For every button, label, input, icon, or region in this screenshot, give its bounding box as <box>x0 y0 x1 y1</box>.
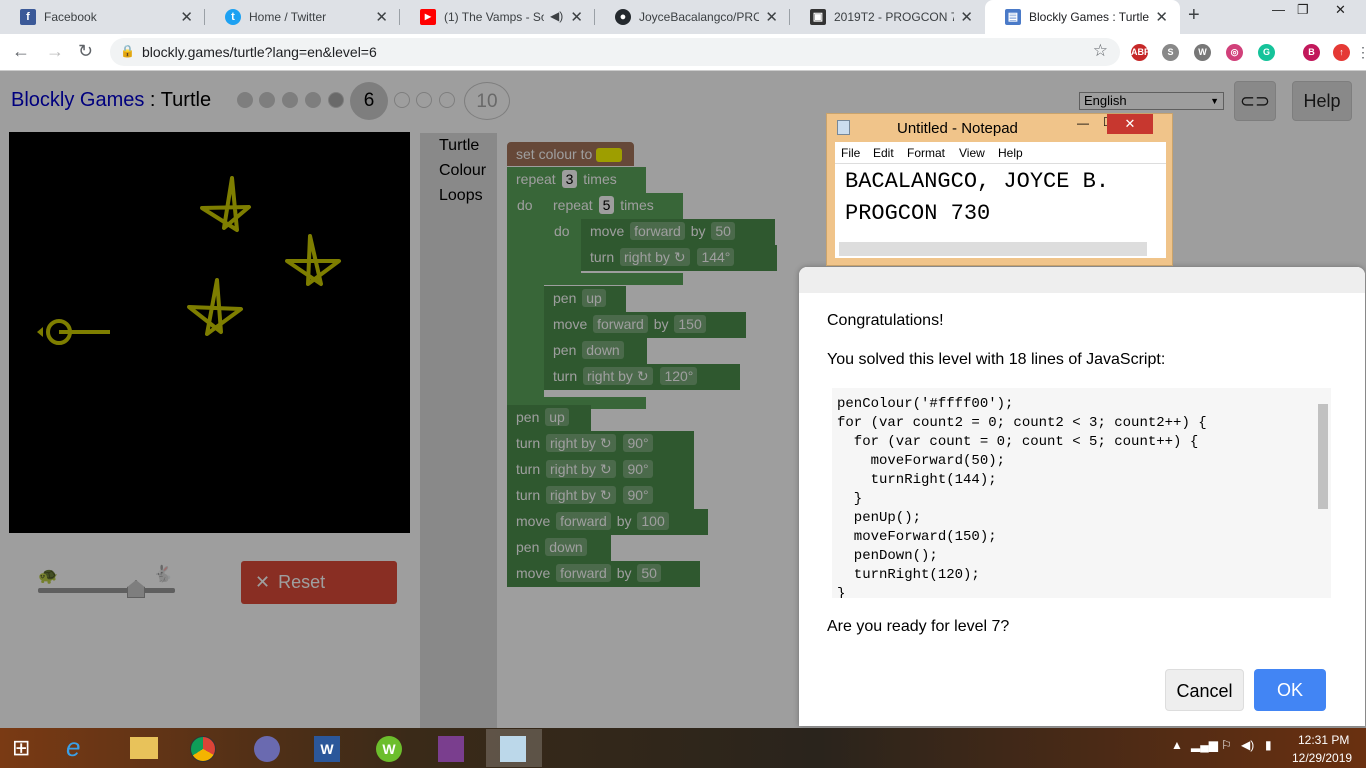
code-line: penColour('#ffff00'); <box>837 396 1014 412</box>
close-tab-icon[interactable]: ✕ <box>960 8 973 26</box>
text-line: PROGCON 730 <box>845 201 991 226</box>
tab-title: JoyceBacalangco/PROGC <box>639 10 759 24</box>
code-line: moveForward(50); <box>837 453 1006 469</box>
close-tab-icon[interactable]: ✕ <box>570 8 583 26</box>
word-icon[interactable]: W <box>300 729 356 767</box>
windows-start-icon[interactable]: ⊞ <box>12 735 30 761</box>
code-line: for (var count2 = 0; count2 < 3; count2+… <box>837 415 1207 431</box>
code-line: turnRight(120); <box>837 567 980 583</box>
signal-icon[interactable]: ▂▄▆ <box>1191 738 1218 752</box>
code-line: turnRight(144); <box>837 472 997 488</box>
tab-trello[interactable]: ▣ 2019T2 - PROGCON 730 ✕ <box>790 0 985 34</box>
github-icon: ● <box>615 9 631 25</box>
winrar-icon[interactable] <box>424 729 480 767</box>
menu-edit[interactable]: Edit <box>873 146 894 160</box>
tab-twitter[interactable]: t Home / Twitter ✕ <box>205 0 400 34</box>
close-tab-icon[interactable]: ✕ <box>1155 8 1168 26</box>
twitter-icon: t <box>225 9 241 25</box>
notepad-icon <box>837 120 850 135</box>
extension-w-icon[interactable]: W <box>1194 44 1211 61</box>
code-line: for (var count = 0; count < 5; count++) … <box>837 434 1199 450</box>
instagram-icon[interactable]: ◎ <box>1226 44 1243 61</box>
lock-icon: 🔒 <box>120 44 135 58</box>
text-line: BACALANGCO, JOYCE B. <box>845 169 1110 194</box>
code-line: } <box>837 586 846 598</box>
tab-title: Blockly Games : Turtle <box>1029 10 1150 24</box>
tab-facebook[interactable]: f Facebook ✕ <box>0 0 205 34</box>
menu-file[interactable]: File <box>841 146 860 160</box>
code-line: } <box>837 491 863 507</box>
show-hidden-icons[interactable]: ▲ <box>1171 738 1183 752</box>
url-text[interactable]: blockly.games/turtle?lang=en&level=6 <box>142 44 377 60</box>
tab-blockly-games[interactable]: ▤ Blockly Games : Turtle ✕ <box>985 0 1180 34</box>
tab-title: Home / Twitter <box>249 10 327 24</box>
horizontal-scrollbar[interactable] <box>839 242 1147 256</box>
code-line: penDown(); <box>837 548 938 564</box>
reload-icon[interactable]: ↻ <box>78 41 93 62</box>
file-explorer-icon[interactable] <box>116 729 172 767</box>
tab-title: (1) The Vamps - Som <box>444 10 544 24</box>
close-window-icon[interactable]: ✕ <box>1335 2 1346 18</box>
menu-format[interactable]: Format <box>907 146 945 160</box>
bookmark-star-icon[interactable]: ☆ <box>1093 41 1108 61</box>
code-line: moveForward(150); <box>837 529 997 545</box>
menu-kebab-icon[interactable]: ⋮ <box>1356 44 1366 61</box>
ok-button[interactable]: OK <box>1254 669 1326 711</box>
menu-help[interactable]: Help <box>998 146 1023 160</box>
media-player-icon[interactable] <box>240 729 296 767</box>
notepad-taskbar-icon[interactable] <box>486 729 542 767</box>
volume-icon[interactable]: ◀) <box>1241 738 1254 752</box>
close-icon[interactable]: ✕ <box>1107 114 1153 134</box>
dialog-title: Congratulations! <box>827 312 944 329</box>
tab-title: 2019T2 - PROGCON 730 <box>834 10 954 24</box>
clock-date[interactable]: 12/29/2019 <box>1292 751 1352 765</box>
speaker-icon[interactable]: ◀) <box>550 9 563 23</box>
notepad-title-bar[interactable]: Untitled - Notepad — ☐ ✕ <box>827 114 1172 142</box>
minimize-icon[interactable]: — <box>1077 116 1089 130</box>
battery-icon[interactable]: ▮ <box>1265 738 1272 752</box>
congratulations-dialog: Congratulations! You solved this level w… <box>799 267 1365 726</box>
clock-time[interactable]: 12:31 PM <box>1298 733 1349 747</box>
tab-youtube[interactable]: ▶ (1) The Vamps - Som ◀) ✕ <box>400 0 595 34</box>
omnibox[interactable]: 🔒 blockly.games/turtle?lang=en&level=6 ☆ <box>110 38 1120 66</box>
new-tab-icon[interactable]: + <box>1188 4 1200 27</box>
facebook-icon: f <box>20 9 36 25</box>
notepad-window: Untitled - Notepad — ☐ ✕ File Edit Forma… <box>826 113 1173 266</box>
minimize-icon[interactable]: — <box>1272 2 1285 17</box>
notepad-text-area[interactable]: BACALANGCO, JOYCE B. PROGCON 730 <box>835 163 1166 258</box>
cancel-button[interactable]: Cancel <box>1165 669 1244 711</box>
restore-icon[interactable]: ❐ <box>1297 2 1309 18</box>
back-icon[interactable]: ← <box>12 41 30 62</box>
javascript-code-view[interactable]: penColour('#ffff00'); for (var count2 = … <box>832 388 1331 598</box>
youtube-icon: ▶ <box>420 9 436 25</box>
update-icon[interactable]: ↑ <box>1333 44 1350 61</box>
grammarly-icon[interactable]: G <box>1258 44 1275 61</box>
app-w-icon[interactable]: W <box>362 729 418 767</box>
action-center-icon[interactable]: ⚐ <box>1221 738 1232 752</box>
chrome-icon[interactable] <box>176 729 232 767</box>
notepad-menu-bar: File Edit Format View Help <box>835 142 1166 163</box>
forward-icon[interactable]: → <box>46 41 64 62</box>
menu-view[interactable]: View <box>959 146 985 160</box>
notepad-title: Untitled - Notepad <box>897 120 1018 137</box>
tab-github[interactable]: ● JoyceBacalangco/PROGC ✕ <box>595 0 790 34</box>
code-scrollbar[interactable] <box>1318 404 1328 509</box>
blockly-icon: ▤ <box>1005 9 1021 25</box>
close-tab-icon[interactable]: ✕ <box>765 8 778 26</box>
internet-explorer-icon[interactable]: e <box>66 732 80 763</box>
tab-title: Facebook <box>44 10 97 24</box>
skype-icon[interactable]: S <box>1162 44 1179 61</box>
browser-tab-bar: f Facebook ✕ t Home / Twitter ✕ ▶ (1) Th… <box>0 0 1366 34</box>
trello-icon: ▣ <box>810 9 826 25</box>
code-line: penUp(); <box>837 510 922 526</box>
dialog-question: Are you ready for level 7? <box>827 618 1010 635</box>
close-tab-icon[interactable]: ✕ <box>180 8 193 26</box>
adblock-icon[interactable]: ABP <box>1131 44 1150 61</box>
close-tab-icon[interactable]: ✕ <box>375 8 388 26</box>
profile-avatar[interactable]: B <box>1303 44 1320 61</box>
dialog-message: You solved this level with 18 lines of J… <box>827 351 1166 368</box>
